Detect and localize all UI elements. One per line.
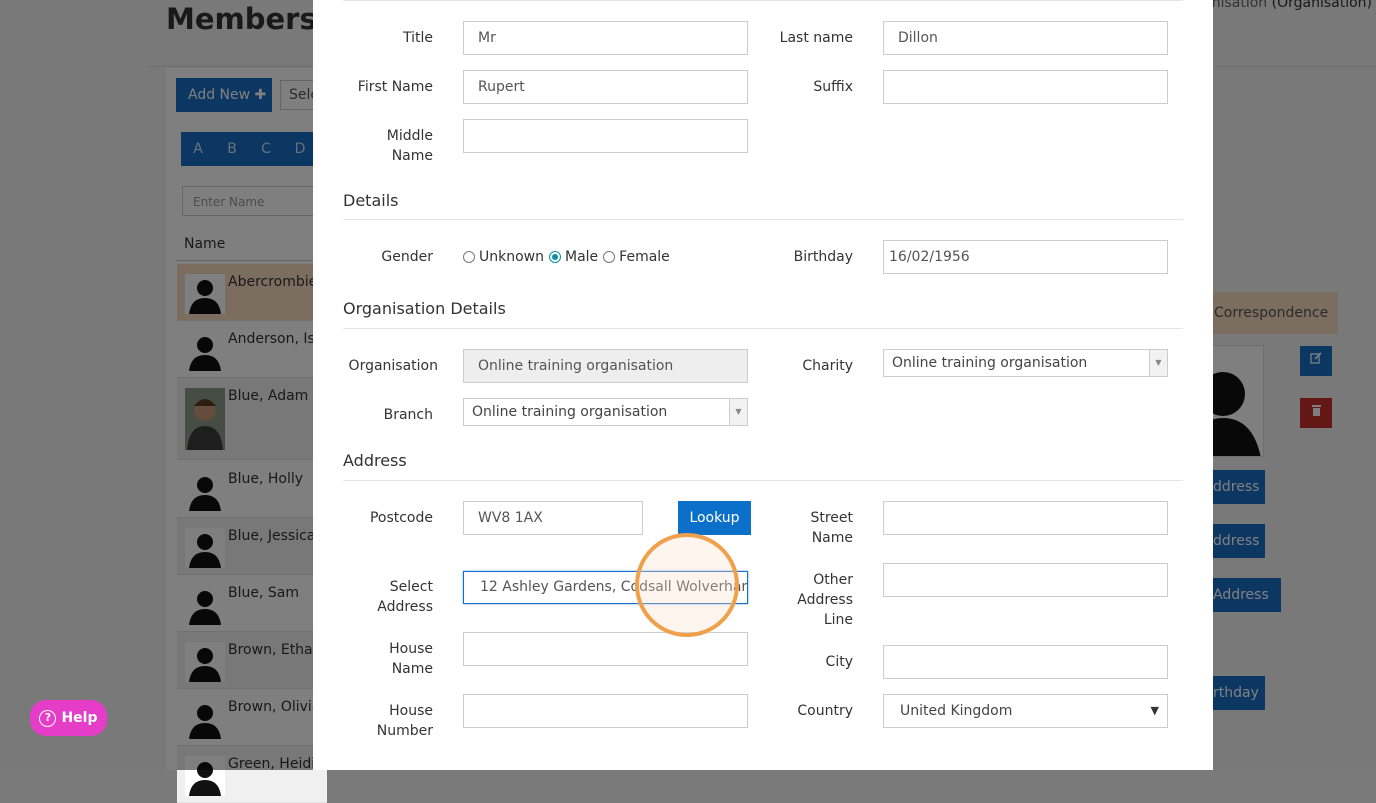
country-label: Country <box>797 703 853 719</box>
address-divider <box>343 480 1183 481</box>
house-name-label: House Name <box>353 639 433 679</box>
first-name-label: First Name <box>357 79 433 95</box>
gender-option-label: Male <box>565 249 599 265</box>
first-name-input[interactable]: Rupert <box>463 70 748 104</box>
lookup-button[interactable]: Lookup <box>678 501 751 535</box>
street-label-line: Name <box>811 530 853 546</box>
other-address-line-input[interactable] <box>883 563 1168 597</box>
country-select[interactable]: United Kingdom ▼ <box>883 694 1168 728</box>
street-name-label: Street Name <box>753 508 853 548</box>
organisation-input: Online training organisation <box>463 349 748 383</box>
question-icon: ? <box>39 709 57 727</box>
select-address-label: Select Address <box>353 577 433 617</box>
other-address-label-line: Line <box>823 612 853 628</box>
chevron-down-icon: ▼ <box>1150 704 1159 717</box>
middle-name-label: Middle Name <box>353 126 433 166</box>
city-label: City <box>825 654 853 670</box>
organisation-label: Organisation <box>348 358 438 374</box>
organisation-details-heading: Organisation Details <box>343 299 506 318</box>
middle-name-label-line: Name <box>391 148 433 164</box>
other-address-line-label: Other Address Line <box>753 570 853 630</box>
branch-label: Branch <box>383 407 433 423</box>
house-number-label-line: Number <box>376 723 433 739</box>
house-name-label-line: House <box>389 641 433 657</box>
title-label: Title <box>402 30 433 46</box>
branch-select[interactable]: Online training organisation ▼ <box>463 398 748 426</box>
select-address-label-line: Address <box>377 599 433 615</box>
dropdown-arrow-icon: ▼ <box>729 399 747 425</box>
birthday-input[interactable]: 16/02/1956 <box>883 240 1168 274</box>
gender-radio-group: Unknown Male Female <box>463 249 675 265</box>
gender-label: Gender <box>381 249 433 265</box>
dropdown-arrow-icon: ▼ <box>1149 350 1167 376</box>
other-address-label-line: Other <box>813 572 853 588</box>
charity-selected: Online training organisation <box>892 355 1088 371</box>
charity-label: Charity <box>802 358 853 374</box>
house-name-label-line: Name <box>391 661 433 677</box>
country-selected: United Kingdom <box>900 703 1013 719</box>
select-address-label-line: Select <box>389 579 433 595</box>
address-heading: Address <box>343 451 407 470</box>
postcode-input[interactable]: WV8 1AX <box>463 501 643 535</box>
edit-member-modal: Title Mr Last name Dillon First Name Rup… <box>313 0 1213 770</box>
street-name-input[interactable] <box>883 501 1168 535</box>
house-name-input[interactable] <box>463 632 748 666</box>
last-name-label: Last name <box>779 30 853 46</box>
house-number-label-line: House <box>389 703 433 719</box>
gender-radio-female[interactable] <box>603 251 616 263</box>
details-divider <box>343 219 1183 220</box>
suffix-label: Suffix <box>813 79 853 95</box>
title-input[interactable]: Mr <box>463 21 748 55</box>
middle-name-label-line: Middle <box>386 128 433 144</box>
modal-divider <box>343 0 1183 1</box>
last-name-input[interactable]: Dillon <box>883 21 1168 55</box>
branch-selected: Online training organisation <box>472 404 668 420</box>
click-indicator <box>635 533 739 637</box>
gender-radio-unknown[interactable] <box>463 251 475 263</box>
organisation-divider <box>343 328 1183 329</box>
house-number-label: House Number <box>343 701 433 741</box>
city-input[interactable] <box>883 645 1168 679</box>
middle-name-input[interactable] <box>463 119 748 153</box>
help-label: Help <box>61 710 98 726</box>
street-label-line: Street <box>810 510 853 526</box>
charity-select[interactable]: Online training organisation ▼ <box>883 349 1168 377</box>
gender-radio-male[interactable] <box>549 251 561 263</box>
help-button[interactable]: ? Help <box>30 700 107 736</box>
gender-option-label: Female <box>619 249 670 265</box>
postcode-label: Postcode <box>369 510 433 526</box>
birthday-label: Birthday <box>793 249 853 265</box>
details-heading: Details <box>343 191 399 210</box>
house-number-input[interactable] <box>463 694 748 728</box>
other-address-label-line: Address <box>797 592 853 608</box>
suffix-input[interactable] <box>883 70 1168 104</box>
gender-option-label: Unknown <box>479 249 544 265</box>
